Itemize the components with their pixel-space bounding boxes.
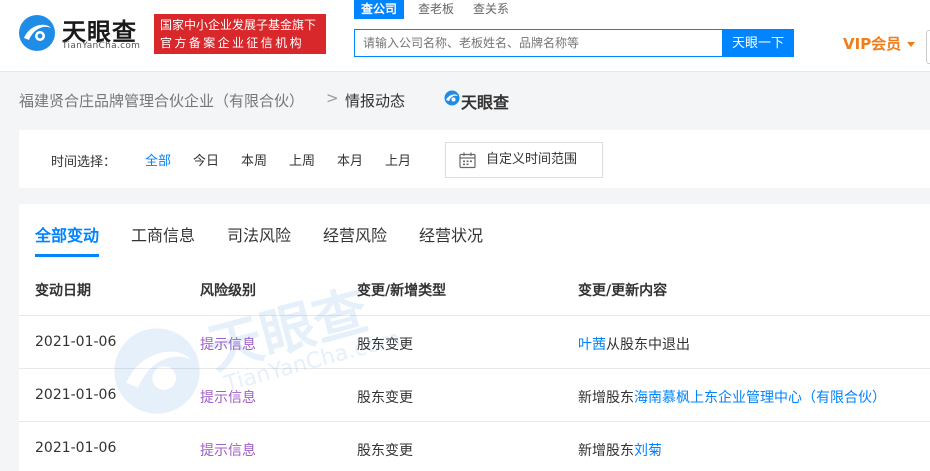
time-option-all[interactable]: 全部 xyxy=(145,150,171,169)
time-option-this-week[interactable]: 本周 xyxy=(241,150,267,169)
search-button[interactable]: 天眼一下 xyxy=(722,29,794,57)
time-option-last-week[interactable]: 上周 xyxy=(289,150,315,169)
time-filter-card: 时间选择： 全部 今日 本周 上周 本月 上月 自定义时间范围 xyxy=(19,130,930,188)
breadcrumb-logo-text: 天眼查 xyxy=(461,93,510,112)
content-link[interactable]: 海南慕枫上东企业管理中心（有限合伙） xyxy=(634,390,886,406)
row-risk-level[interactable]: 提示信息 xyxy=(200,440,256,460)
site-logo[interactable]: 天眼查 TianYanCha.com xyxy=(18,12,146,54)
breadcrumb-separator: > xyxy=(326,89,339,107)
content-prefix: 新增股东 xyxy=(578,443,634,459)
search-tab-company[interactable]: 查公司 xyxy=(354,0,405,19)
eye-logo-icon xyxy=(444,90,460,106)
column-header-content: 变更/更新内容 xyxy=(578,283,668,299)
breadcrumb-company[interactable]: 福建贤合庄品牌管理合伙企业（有限合伙） xyxy=(19,90,304,111)
time-option-today[interactable]: 今日 xyxy=(193,150,219,169)
tab-judicial-risk[interactable]: 司法风险 xyxy=(227,222,291,246)
row-change-type: 股东变更 xyxy=(357,443,413,459)
custom-range-label: 自定义时间范围 xyxy=(486,152,578,167)
tab-operating-risk[interactable]: 经营风险 xyxy=(323,222,387,246)
tab-all-changes[interactable]: 全部变动 xyxy=(35,222,99,246)
active-tab-indicator xyxy=(35,254,99,257)
row-risk-level[interactable]: 提示信息 xyxy=(200,387,256,407)
search-tab-relation[interactable]: 查关系 xyxy=(473,0,509,19)
column-header-type: 变更/新增类型 xyxy=(357,283,447,299)
tab-operating-status[interactable]: 经营状况 xyxy=(419,222,483,246)
row-change-type: 股东变更 xyxy=(357,337,413,353)
row-change-type: 股东变更 xyxy=(357,390,413,406)
custom-range-button[interactable]: 自定义时间范围 xyxy=(445,142,603,178)
breadcrumb-current: 情报动态 xyxy=(345,92,406,110)
content-link[interactable]: 叶茜 xyxy=(578,337,606,353)
time-option-last-month[interactable]: 上月 xyxy=(385,150,411,169)
content-suffix: 从股东中退出 xyxy=(606,337,690,353)
table-row: 2021-01-06 提示信息 股东变更 新增股东海南慕枫上东企业管理中心（有限… xyxy=(19,369,930,422)
row-date: 2021-01-06 xyxy=(35,334,117,350)
chevron-down-icon xyxy=(907,42,916,47)
time-filter-label: 时间选择： xyxy=(51,155,117,170)
content-prefix: 新增股东 xyxy=(578,390,634,406)
search-tab-boss[interactable]: 查老板 xyxy=(418,0,454,19)
eye-logo-icon xyxy=(19,15,55,51)
row-risk-level[interactable]: 提示信息 xyxy=(200,334,256,354)
row-change-content: 新增股东刘菊 xyxy=(578,440,662,460)
content-link[interactable]: 刘菊 xyxy=(634,443,662,459)
calendar-icon xyxy=(459,152,476,169)
row-date: 2021-01-06 xyxy=(35,440,117,456)
top-header: 天眼查 TianYanCha.com 国家中小企业发展子基金旗下 官方备案企业征… xyxy=(0,0,930,72)
badge-line-1: 国家中小企业发展子基金旗下 xyxy=(160,18,317,32)
badge-line-2: 官方备案企业征信机构 xyxy=(160,36,305,50)
changes-card: 全部变动 工商信息 司法风险 经营风险 经营状况 变动日期 风险级别 变更/新增… xyxy=(19,204,930,471)
vip-menu[interactable]: VIP会员 xyxy=(843,33,916,54)
row-change-content: 新增股东海南慕枫上东企业管理中心（有限合伙） xyxy=(578,387,886,407)
tab-business-info[interactable]: 工商信息 xyxy=(131,222,195,246)
column-header-risk: 风险级别 xyxy=(200,283,256,299)
official-badge: 国家中小企业发展子基金旗下 官方备案企业征信机构 xyxy=(154,14,326,54)
table-row: 2021-01-06 提示信息 股东变更 叶茜从股东中退出 xyxy=(19,316,930,369)
user-avatar-edge[interactable] xyxy=(926,30,930,64)
search-input[interactable] xyxy=(354,29,723,57)
table-row: 2021-01-06 提示信息 股东变更 新增股东刘菊 xyxy=(19,422,930,471)
time-option-this-month[interactable]: 本月 xyxy=(337,150,363,169)
vip-label: VIP会员 xyxy=(843,35,902,53)
logo-domain: TianYanCha.com xyxy=(62,41,141,51)
row-change-content: 叶茜从股东中退出 xyxy=(578,334,690,354)
table-header: 变动日期 风险级别 变更/新增类型 变更/更新内容 xyxy=(19,260,930,316)
row-date: 2021-01-06 xyxy=(35,387,117,403)
column-header-date: 变动日期 xyxy=(35,283,91,299)
